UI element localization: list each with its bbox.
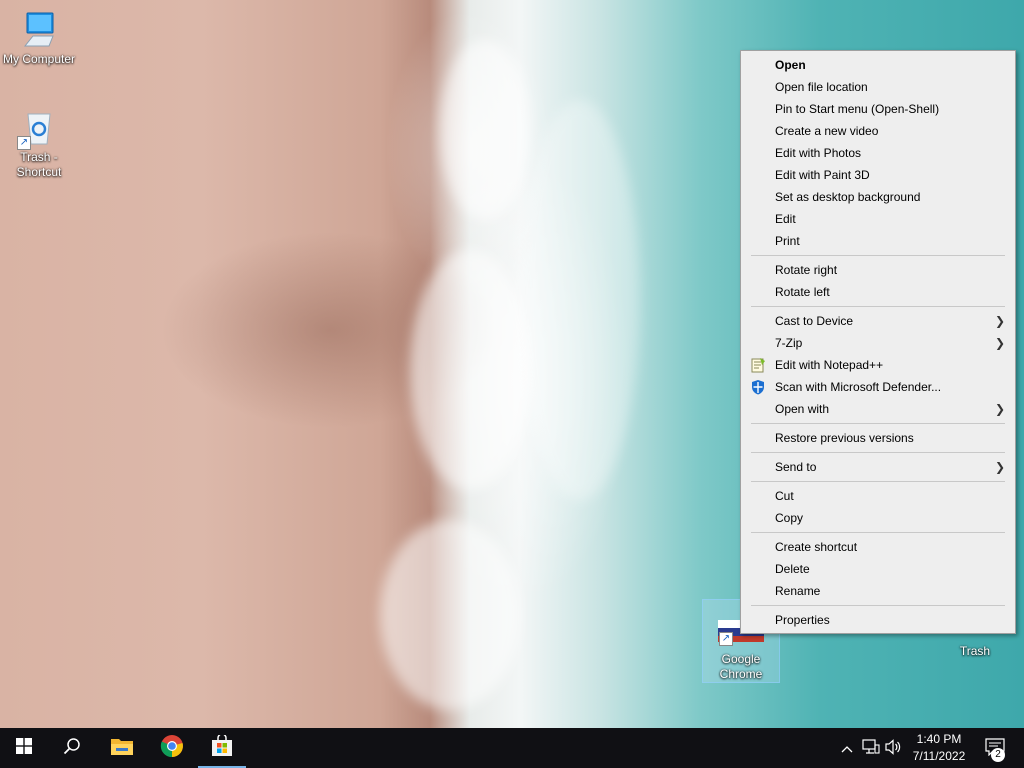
store-button[interactable] xyxy=(198,728,246,768)
menu-item-label: Send to xyxy=(775,460,817,474)
windows-start-icon xyxy=(16,737,32,759)
wallpaper-foam xyxy=(380,520,520,710)
volume-button[interactable] xyxy=(884,738,904,758)
chevron-right-icon: ❯ xyxy=(994,402,1005,416)
notepad-plus-plus-icon xyxy=(750,357,766,373)
desktop-icon-label: Google Chrome xyxy=(719,652,763,681)
clock-date: 7/11/2022 xyxy=(912,749,966,763)
menu-separator xyxy=(751,255,1005,256)
store-icon xyxy=(210,732,234,762)
menu-item-create-new-video[interactable]: Create a new video xyxy=(741,120,1015,142)
menu-item-cut[interactable]: Cut xyxy=(741,485,1015,507)
menu-item-create-shortcut[interactable]: Create shortcut xyxy=(741,536,1015,558)
menu-separator xyxy=(751,306,1005,307)
menu-item-scan-with-defender[interactable]: Scan with Microsoft Defender... xyxy=(741,376,1015,398)
menu-item-rotate-right[interactable]: Rotate right xyxy=(741,259,1015,281)
clock-time: 1:40 PM xyxy=(916,732,962,746)
chevron-right-icon: ❯ xyxy=(994,336,1005,350)
menu-item-edit-with-notepad-plus-plus[interactable]: Edit with Notepad++ xyxy=(741,354,1015,376)
menu-item-open-file-location[interactable]: Open file location xyxy=(741,76,1015,98)
menu-separator xyxy=(751,605,1005,606)
chevron-right-icon: ❯ xyxy=(994,460,1005,474)
menu-item-rename[interactable]: Rename xyxy=(741,580,1015,602)
menu-item-copy[interactable]: Copy xyxy=(741,507,1015,529)
menu-item-edit-with-photos[interactable]: Edit with Photos xyxy=(741,142,1015,164)
shortcut-arrow-icon: ↗ xyxy=(17,136,31,150)
menu-separator xyxy=(751,481,1005,482)
menu-item-properties[interactable]: Properties xyxy=(741,609,1015,631)
file-explorer-icon xyxy=(110,736,134,761)
menu-item-label: Open with xyxy=(775,402,830,416)
menu-item-label: Cast to Device xyxy=(775,314,854,328)
chevron-right-icon: ❯ xyxy=(994,314,1005,328)
computer-icon xyxy=(19,10,59,50)
taskbar: 1:40 PM 7/11/2022 2 xyxy=(0,728,1024,768)
desktop-icon-label: Trash - Shortcut xyxy=(16,150,62,179)
menu-item-edit[interactable]: Edit xyxy=(741,208,1015,230)
menu-item-edit-with-paint-3d[interactable]: Edit with Paint 3D xyxy=(741,164,1015,186)
menu-item-open-with[interactable]: Open with ❯ xyxy=(741,398,1015,420)
search-button[interactable] xyxy=(48,728,96,768)
notification-count-badge: 2 xyxy=(991,748,1005,762)
wallpaper-foam xyxy=(410,250,530,490)
chevron-up-icon xyxy=(841,741,853,756)
chrome-button[interactable] xyxy=(148,728,196,768)
menu-separator xyxy=(751,532,1005,533)
context-menu: Open Open file location Pin to Start men… xyxy=(740,50,1016,634)
menu-separator xyxy=(751,423,1005,424)
menu-item-label: Scan with Microsoft Defender... xyxy=(775,380,942,394)
menu-item-delete[interactable]: Delete xyxy=(741,558,1015,580)
taskbar-clock[interactable]: 1:40 PM 7/11/2022 xyxy=(903,731,975,765)
menu-separator xyxy=(751,452,1005,453)
menu-item-restore-previous-versions[interactable]: Restore previous versions xyxy=(741,427,1015,449)
desktop-background[interactable]: My Computer ↗ Trash - Shortcut ↗ Google … xyxy=(0,0,1024,728)
menu-item-set-desktop-background[interactable]: Set as desktop background xyxy=(741,186,1015,208)
menu-item-label: 7-Zip xyxy=(775,336,803,350)
menu-item-pin-to-start[interactable]: Pin to Start menu (Open-Shell) xyxy=(741,98,1015,120)
desktop-icon-label: Trash xyxy=(959,644,991,658)
menu-item-label: Edit with Notepad++ xyxy=(775,358,884,372)
show-hidden-icons-button[interactable] xyxy=(837,738,857,758)
start-button[interactable] xyxy=(0,728,48,768)
desktop-icon-trash-shortcut[interactable]: ↗ Trash - Shortcut xyxy=(1,108,77,180)
defender-shield-icon xyxy=(750,379,766,395)
desktop-icon-my-computer[interactable]: My Computer xyxy=(1,10,77,67)
chrome-icon xyxy=(160,734,184,763)
network-icon xyxy=(862,738,880,758)
menu-item-7-zip[interactable]: 7-Zip ❯ xyxy=(741,332,1015,354)
recycle-bin-icon: ↗ xyxy=(17,108,59,150)
network-button[interactable] xyxy=(861,738,881,758)
shortcut-arrow-icon: ↗ xyxy=(719,632,733,646)
menu-item-send-to[interactable]: Send to ❯ xyxy=(741,456,1015,478)
search-icon xyxy=(63,737,81,760)
wallpaper-foam xyxy=(440,40,530,220)
file-explorer-button[interactable] xyxy=(98,728,146,768)
menu-item-rotate-left[interactable]: Rotate left xyxy=(741,281,1015,303)
desktop-icon-label: My Computer xyxy=(2,52,76,66)
volume-icon xyxy=(885,738,903,758)
menu-item-open[interactable]: Open xyxy=(741,54,1015,76)
menu-item-print[interactable]: Print xyxy=(741,230,1015,252)
menu-item-cast-to-device[interactable]: Cast to Device ❯ xyxy=(741,310,1015,332)
wallpaper-foam xyxy=(520,100,640,500)
